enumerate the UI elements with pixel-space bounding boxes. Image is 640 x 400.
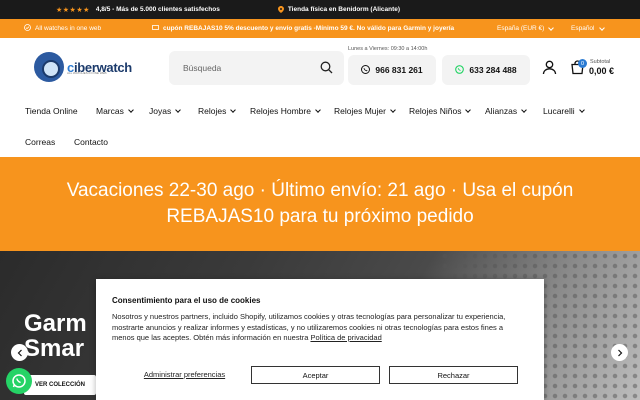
chevron-down-icon: [598, 24, 605, 31]
opening-hours: Lunes a Viernes: 09:30 a 14:00h: [348, 46, 428, 52]
chevron-left-icon: [17, 349, 22, 356]
slider-prev-button[interactable]: [11, 344, 28, 361]
nav-item-correas[interactable]: Correas: [25, 137, 55, 147]
hero-title: Garm Smar: [24, 310, 87, 362]
promo-bar: All watches in one web cupón REBAJAS10 5…: [0, 19, 640, 38]
chevron-down-icon: [175, 107, 182, 113]
region-selector[interactable]: España (EUR €): [497, 24, 555, 32]
nav-item-relojes[interactable]: Relojes: [198, 106, 237, 116]
tagline: All watches in one web: [24, 24, 101, 33]
whatsapp-chat-button[interactable]: [6, 368, 32, 394]
consent-title: Consentimiento para el uso de cookies: [112, 296, 261, 305]
vacation-banner-text: Vacaciones 22-30 ago · Último envío: 21 …: [66, 180, 574, 227]
language-label: Español: [571, 25, 595, 32]
subtotal-label: Subtotal: [590, 59, 611, 65]
nav-item-lucarelli[interactable]: Lucarelli: [543, 106, 585, 116]
slider-next-button[interactable]: [611, 344, 628, 361]
nav-item-marcas[interactable]: Marcas: [96, 106, 134, 116]
reject-cookies-button[interactable]: Rechazar: [389, 366, 518, 384]
subtotal-value: 0,00 €: [589, 66, 615, 76]
nav-item-relojes-mujer[interactable]: Relojes Mujer: [334, 106, 396, 116]
logo-watch-icon: [34, 52, 64, 82]
chevron-down-icon: [578, 107, 585, 113]
rating-text: 4,8/5 - Más de 5.000 clientes satisfecho…: [95, 6, 220, 13]
nav-item-joyas[interactable]: Joyas: [149, 106, 182, 116]
search-placeholder: Búsqueda: [183, 63, 222, 73]
promo-text: cupón REBAJAS10 5% descuento y envío gra…: [163, 25, 455, 32]
promo-message: cupón REBAJAS10 5% descuento y envío gra…: [152, 24, 454, 33]
top-announcement-bar: ★★★★★ 4,8/5 - Más de 5.000 clientes sati…: [0, 0, 640, 19]
consent-body: Nosotros y nuestros partners, incluido S…: [112, 312, 506, 342]
nav-item-contacto[interactable]: Contacto: [74, 137, 108, 147]
chevron-down-icon: [128, 107, 134, 113]
view-collection-button[interactable]: VER COLECCIÓN: [24, 375, 96, 395]
nav-item-relojes-hombre[interactable]: Relojes Hombre: [250, 106, 321, 116]
whatsapp-number: 633 284 488: [469, 65, 517, 75]
chevron-down-icon: [548, 24, 555, 31]
tagline-text: All watches in one web: [35, 25, 102, 32]
phone-button[interactable]: 966 831 261: [348, 55, 436, 85]
chevron-down-icon: [390, 107, 396, 113]
language-selector[interactable]: Español: [571, 24, 605, 32]
chevron-right-icon: [617, 349, 622, 356]
chevron-down-icon: [465, 107, 472, 113]
nav-item-alianzas[interactable]: Alianzas: [485, 106, 527, 116]
chevron-down-icon: [521, 107, 527, 113]
logo-tagline: ALL WATCHES IN ONE WEB: [67, 71, 107, 75]
vacation-banner: Vacaciones 22-30 ago · Último envío: 21 …: [0, 157, 640, 251]
cookie-consent-dialog: Consentimiento para el uso de cookies No…: [96, 279, 544, 400]
check-icon: [24, 24, 31, 33]
whatsapp-phone-button[interactable]: 633 284 488: [442, 55, 530, 85]
chevron-down-icon: [230, 107, 237, 113]
search-icon[interactable]: [320, 61, 333, 76]
phone-icon: [361, 64, 371, 76]
manage-preferences-button[interactable]: Administrar preferencias: [112, 366, 257, 383]
region-label: España (EUR €): [497, 25, 545, 32]
whatsapp-icon: [12, 374, 26, 388]
privacy-policy-link[interactable]: Política de privacidad: [310, 333, 381, 342]
whatsapp-icon: [455, 64, 465, 76]
user-account-icon[interactable]: [542, 60, 557, 80]
consent-text: Nosotros y nuestros partners, incluido S…: [112, 312, 522, 344]
cart-count-badge: 0: [578, 59, 587, 68]
chevron-down-icon: [315, 107, 321, 113]
search-input[interactable]: Búsqueda: [169, 51, 344, 85]
phone-number: 966 831 261: [375, 65, 423, 75]
nav-item-tienda-online[interactable]: Tienda Online: [25, 106, 78, 116]
nav-item-relojes-ninos[interactable]: Relojes Niños: [409, 106, 472, 116]
accept-cookies-button[interactable]: Aceptar: [251, 366, 380, 384]
site-logo[interactable]: ciberwatch ALL WATCHES IN ONE WEB: [34, 52, 132, 82]
store-location-text: Tienda física en Benidorm (Alicante): [287, 6, 401, 13]
rating-stars: ★★★★★: [56, 6, 90, 14]
tag-icon: [152, 24, 159, 33]
location-pin-icon: [277, 6, 284, 13]
